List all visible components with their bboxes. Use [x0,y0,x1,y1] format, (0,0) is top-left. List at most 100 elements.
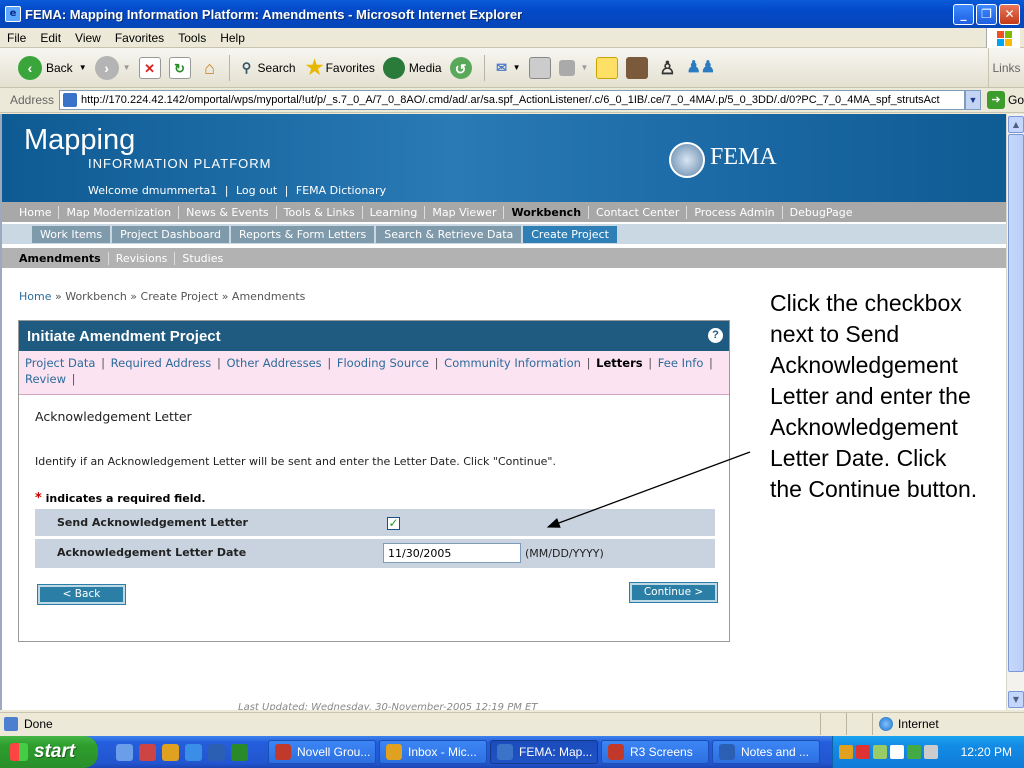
nav-process-admin[interactable]: Process Admin [687,205,783,219]
task-app-icon [497,744,513,760]
scroll-down-icon[interactable]: ▼ [1008,691,1024,708]
nav-contact-center[interactable]: Contact Center [589,205,688,219]
step-community-information[interactable]: Community Information [444,356,581,370]
quicklaunch-app-icon[interactable] [162,743,179,761]
edit-icon [558,59,575,76]
stop-button[interactable]: ✕ [138,56,161,79]
tab-reports-form-letters[interactable]: Reports & Form Letters [230,225,375,243]
step-flooding-source[interactable]: Flooding Source [337,356,429,370]
nav-news-events[interactable]: News & Events [179,205,277,219]
links-button[interactable]: Links [988,48,1024,88]
close-button[interactable]: ✕ [999,3,1020,25]
window-title-bar[interactable]: e FEMA: Mapping Information Platform: Am… [0,0,1024,28]
quicklaunch-ie-icon[interactable] [185,743,202,761]
refresh-button[interactable]: ↻ [168,56,191,79]
address-input[interactable]: http://170.224.42.142/omportal/wps/mypor… [59,90,966,110]
back-button[interactable]: ‹ Back ▼ [18,55,87,80]
tab-revisions[interactable]: Revisions [109,251,176,265]
letter-date-input[interactable] [383,543,521,563]
history-button[interactable]: ↺ [449,56,476,79]
nav-map-modernization[interactable]: Map Modernization [59,205,180,219]
quick-launch [116,743,254,761]
restore-button[interactable]: ❐ [976,3,997,25]
instructions-text: Identify if an Acknowledgement Letter wi… [35,455,556,468]
edit-button[interactable]: ▼ [558,59,588,76]
refresh-icon: ↻ [168,56,191,79]
tray-icon[interactable] [873,745,887,759]
scroll-thumb[interactable] [1008,134,1024,672]
menu-favorites[interactable]: Favorites [108,31,171,45]
favorites-button[interactable]: ★ Favorites [304,57,375,79]
tray-icon[interactable] [839,745,853,759]
task-notes[interactable]: Notes and ... [712,740,820,764]
nav-learning[interactable]: Learning [363,205,426,219]
quicklaunch-app-icon[interactable] [116,743,133,761]
mail-button[interactable]: ✉ ▼ [491,57,520,79]
quicklaunch-app-icon[interactable] [139,743,156,761]
print-button[interactable] [528,56,551,79]
menu-view[interactable]: View [68,31,108,45]
nav-map-viewer[interactable]: Map Viewer [425,205,505,219]
step-review[interactable]: Review [25,372,66,386]
signal-icon[interactable] [924,745,938,759]
menu-edit[interactable]: Edit [33,31,68,45]
workbench-subnav: Work Items Project Dashboard Reports & F… [2,224,1006,244]
task-r3-screens[interactable]: R3 Screens [601,740,709,764]
research-button[interactable] [626,56,649,79]
contacts-button[interactable]: ♟♟ [686,57,715,79]
forward-button[interactable]: › ▼ [94,55,131,80]
quicklaunch-excel-icon[interactable] [231,743,248,761]
task-novell[interactable]: Novell Grou... [268,740,376,764]
logout-link[interactable]: Log out [236,184,277,197]
tab-search-retrieve-data[interactable]: Search & Retrieve Data [376,225,522,243]
step-letters[interactable]: Letters [596,356,642,370]
step-other-addresses[interactable]: Other Addresses [226,356,321,370]
note-icon [596,56,619,79]
vertical-scrollbar[interactable]: ▲ ▼ [1006,114,1024,710]
nav-tools-links[interactable]: Tools & Links [277,205,363,219]
nav-home[interactable]: Home [12,205,60,219]
tab-project-dashboard[interactable]: Project Dashboard [112,225,229,243]
go-button[interactable]: ➔ Go [986,91,1024,109]
discuss-button[interactable] [596,56,619,79]
scroll-up-icon[interactable]: ▲ [1008,116,1024,133]
messenger-button[interactable]: ♙ [656,57,678,79]
fema-logo: FEMA [710,144,777,170]
menu-help[interactable]: Help [213,31,252,45]
menu-tools[interactable]: Tools [171,31,213,45]
status-cell [820,712,846,735]
fema-dictionary-link[interactable]: FEMA Dictionary [296,184,386,197]
search-button[interactable]: ⚲ Search [236,57,296,79]
back-form-button[interactable]: < Back [37,584,126,605]
star-icon: ★ [305,56,324,79]
help-icon[interactable]: ? [708,328,723,343]
address-dropdown-button[interactable]: ▼ [965,90,981,110]
minimize-button[interactable]: _ [953,3,974,25]
required-note: * indicates a required field. [35,491,206,506]
home-button[interactable]: ⌂ [199,57,221,79]
breadcrumb-home[interactable]: Home [19,290,51,303]
menu-file[interactable]: File [0,31,33,45]
continue-button[interactable]: Continue > [629,582,718,603]
page-icon [63,93,78,107]
tab-create-project[interactable]: Create Project [523,225,617,243]
mail-icon: ✉ [496,59,508,75]
task-inbox[interactable]: Inbox - Mic... [379,740,487,764]
send-letter-checkbox[interactable]: ✓ [387,517,400,530]
quicklaunch-word-icon[interactable] [208,743,225,761]
step-required-address[interactable]: Required Address [111,356,212,370]
tray-icon[interactable] [907,745,921,759]
start-button[interactable]: start [0,736,98,768]
step-fee-info[interactable]: Fee Info [658,356,704,370]
step-project-data[interactable]: Project Data [25,356,95,370]
tab-work-items[interactable]: Work Items [32,225,111,243]
tab-amendments[interactable]: Amendments [12,251,109,265]
nav-debugpage[interactable]: DebugPage [783,206,860,219]
media-button[interactable]: Media [382,56,442,79]
tab-studies[interactable]: Studies [175,252,230,265]
task-fema[interactable]: FEMA: Map... [490,740,598,764]
nav-workbench[interactable]: Workbench [504,205,590,219]
tray-icon[interactable] [856,745,870,759]
tray-icon[interactable] [890,745,904,759]
send-letter-label: Send Acknowledgement Letter [57,516,248,529]
